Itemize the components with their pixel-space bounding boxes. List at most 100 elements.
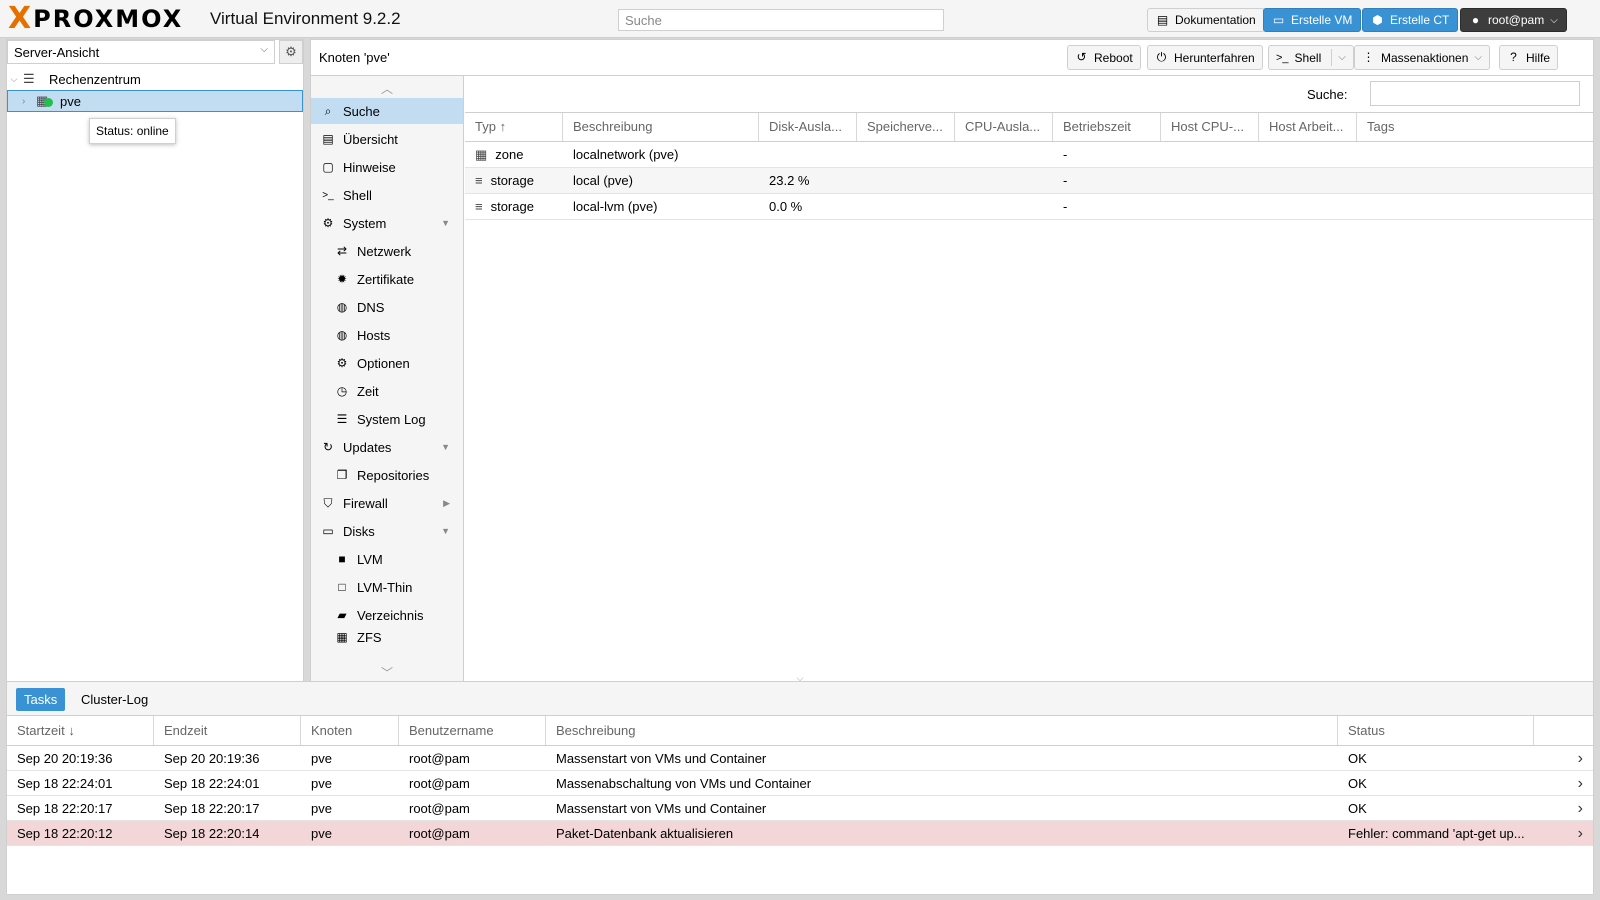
question-circle-icon: ? xyxy=(1510,50,1517,64)
column-header-description[interactable]: Beschreibung xyxy=(563,113,759,141)
nav-item-dns[interactable]: ◍ DNS xyxy=(311,294,463,320)
nav-item-time[interactable]: ◷ Zeit xyxy=(311,378,463,404)
nav-item-certificates[interactable]: ✹ Zertifikate xyxy=(311,266,463,292)
shell-button[interactable]: >_ Shell ⌵ xyxy=(1268,45,1354,70)
nav-item-firewall[interactable]: ⛉ Firewall ▶ xyxy=(311,490,463,516)
nav-item-directory[interactable]: ▰ Verzeichnis xyxy=(311,602,463,628)
help-button[interactable]: ? Hilfe xyxy=(1499,45,1559,70)
clock-icon: ◷ xyxy=(336,384,348,398)
globe-icon: ◍ xyxy=(336,300,348,314)
table-row[interactable]: ≡ storage local-lvm (pve) 0.0 % - xyxy=(465,194,1593,220)
book-icon: ▤ xyxy=(322,132,334,146)
create-ct-button[interactable]: ⬢ Erstelle CT xyxy=(1362,8,1459,32)
grid-search-input[interactable] xyxy=(1370,81,1580,106)
user-menu-button[interactable]: ● root@pam ⌵ xyxy=(1460,8,1567,32)
column-header-username[interactable]: Benutzername xyxy=(399,716,546,745)
nav-item-search[interactable]: ⌕ Suche xyxy=(311,98,463,124)
column-header-cpu[interactable]: CPU-Ausla... xyxy=(955,113,1053,141)
nav-item-lvm[interactable]: ■ LVM xyxy=(311,546,463,572)
nav-item-updates[interactable]: ↻ Updates ▼ xyxy=(311,434,463,460)
nav-item-lvm-thin[interactable]: □ LVM-Thin xyxy=(311,574,463,600)
nav-item-repositories[interactable]: ❐ Repositories xyxy=(311,462,463,488)
nav-item-system-log[interactable]: ☰ System Log xyxy=(311,406,463,432)
cell-end: Sep 20 20:19:36 xyxy=(164,751,260,766)
note-icon: ▢ xyxy=(322,160,334,174)
nav-item-label: Firewall xyxy=(343,495,388,511)
global-search-input[interactable]: Suche xyxy=(618,9,944,31)
documentation-label: Dokumentation xyxy=(1175,13,1256,27)
database-icon: ≡ xyxy=(475,199,483,214)
nav-item-shell[interactable]: >_ Shell xyxy=(311,182,463,208)
nav-item-hosts[interactable]: ◍ Hosts xyxy=(311,322,463,348)
nav-item-overview[interactable]: ▤ Übersicht xyxy=(311,126,463,152)
column-header-memory[interactable]: Speicherve... xyxy=(857,113,955,141)
logo-x-mark: X xyxy=(8,1,32,36)
help-label: Hilfe xyxy=(1526,50,1551,65)
cell-disk: 0.0 % xyxy=(769,199,803,214)
cell-description: localnetwork (pve) xyxy=(573,147,679,162)
scroll-up-icon[interactable]: ︿ xyxy=(381,80,393,97)
table-row-error[interactable]: Sep 18 22:20:12 Sep 18 22:20:14 pve root… xyxy=(7,821,1593,846)
tree-item-datacenter[interactable]: ⌵ ☰ Rechenzentrum xyxy=(7,68,303,90)
reboot-button[interactable]: ↺ Reboot xyxy=(1067,45,1141,70)
sort-desc-icon: ↓ xyxy=(68,723,75,738)
table-row[interactable]: ≡ storage local (pve) 23.2 % - xyxy=(465,168,1593,194)
cell-start: Sep 18 22:20:12 xyxy=(17,826,113,841)
tab-cluster-log[interactable]: Cluster-Log xyxy=(73,688,156,711)
bulk-actions-button[interactable]: ⋮ Massenaktionen ⌵ xyxy=(1354,45,1490,70)
table-row[interactable]: Sep 18 22:20:17 Sep 18 22:20:17 pve root… xyxy=(7,796,1593,821)
column-header-uptime[interactable]: Betriebszeit xyxy=(1053,113,1161,141)
cell-user: root@pam xyxy=(409,776,470,791)
proxmox-logo[interactable]: X PROXMOX xyxy=(8,4,183,34)
grid-icon: ▦ xyxy=(475,147,488,162)
nav-item-zfs[interactable]: ▦ ZFS xyxy=(311,630,463,644)
collapse-icon[interactable]: ▼ xyxy=(441,218,450,228)
column-header-description[interactable]: Beschreibung xyxy=(546,716,1338,745)
documentation-button[interactable]: ▤ Dokumentation xyxy=(1147,8,1265,32)
cell-uptime: - xyxy=(1063,199,1068,214)
expand-icon[interactable]: ▶ xyxy=(443,498,450,509)
cell-disk xyxy=(759,142,769,168)
table-row[interactable]: Sep 18 22:24:01 Sep 18 22:24:01 pve root… xyxy=(7,771,1593,796)
chevron-right-icon[interactable]: › xyxy=(1578,821,1583,846)
chevron-right-icon[interactable]: › xyxy=(1578,746,1583,771)
type-label: storage xyxy=(490,173,534,188)
create-vm-button[interactable]: ▭ Erstelle VM xyxy=(1263,8,1362,32)
chevron-right-icon[interactable]: › xyxy=(1578,771,1583,796)
nav-item-label: Updates xyxy=(343,439,392,455)
shutdown-button[interactable]: ⏻ Herunterfahren xyxy=(1147,45,1263,70)
column-header-end-time[interactable]: Endzeit xyxy=(154,716,301,745)
column-header-tags[interactable]: Tags xyxy=(1357,113,1593,141)
column-header-node[interactable]: Knoten xyxy=(301,716,399,745)
cube-icon: ⬢ xyxy=(1372,12,1383,27)
scroll-down-icon[interactable]: ﹀ xyxy=(381,664,393,681)
collapse-icon[interactable]: ▼ xyxy=(441,442,450,452)
nav-item-network[interactable]: ⇄ Netzwerk xyxy=(311,238,463,264)
grid-toolbar: Suche: xyxy=(465,76,1593,112)
cell-start: Sep 18 22:24:01 xyxy=(17,776,113,791)
column-header-type[interactable]: Typ ↑ xyxy=(465,113,563,141)
gear-icon[interactable]: ⚙ xyxy=(279,40,303,64)
sort-asc-icon: ↑ xyxy=(499,119,507,134)
tab-tasks[interactable]: Tasks xyxy=(16,688,66,711)
column-header-status[interactable]: Status xyxy=(1338,716,1534,745)
view-select[interactable]: Server-Ansicht ⌵ xyxy=(7,40,275,64)
cell-type: ▦ zone xyxy=(465,142,524,168)
nav-item-options[interactable]: ⚙ Optionen xyxy=(311,350,463,376)
table-row[interactable]: Sep 20 20:19:36 Sep 20 20:19:36 pve root… xyxy=(7,746,1593,771)
tree-item-node-pve[interactable]: › ▦ pve xyxy=(7,90,303,112)
create-ct-label: Erstelle CT xyxy=(1390,13,1450,27)
nav-item-system[interactable]: ⚙ System ▼ xyxy=(311,210,463,236)
collapse-icon[interactable]: ▼ xyxy=(441,526,450,536)
log-panel: Tasks Cluster-Log Startzeit ↓ Endzeit Kn… xyxy=(6,681,1594,895)
column-header-host-cpu[interactable]: Host CPU-... xyxy=(1161,113,1259,141)
column-header-disk[interactable]: Disk-Ausla... xyxy=(759,113,857,141)
content-header: Knoten 'pve' ↺ Reboot ⏻ Herunterfahren >… xyxy=(311,40,1593,76)
nav-item-notes[interactable]: ▢ Hinweise xyxy=(311,154,463,180)
table-row[interactable]: ▦ zone localnetwork (pve) - xyxy=(465,142,1593,168)
nav-item-disks[interactable]: ▭ Disks ▼ xyxy=(311,518,463,544)
chevron-right-icon[interactable]: › xyxy=(1578,796,1583,821)
column-header-start-time[interactable]: Startzeit ↓ xyxy=(7,716,154,745)
column-header-host-memory[interactable]: Host Arbeit... xyxy=(1259,113,1357,141)
chevron-down-icon[interactable]: ⌵ xyxy=(1331,49,1346,66)
